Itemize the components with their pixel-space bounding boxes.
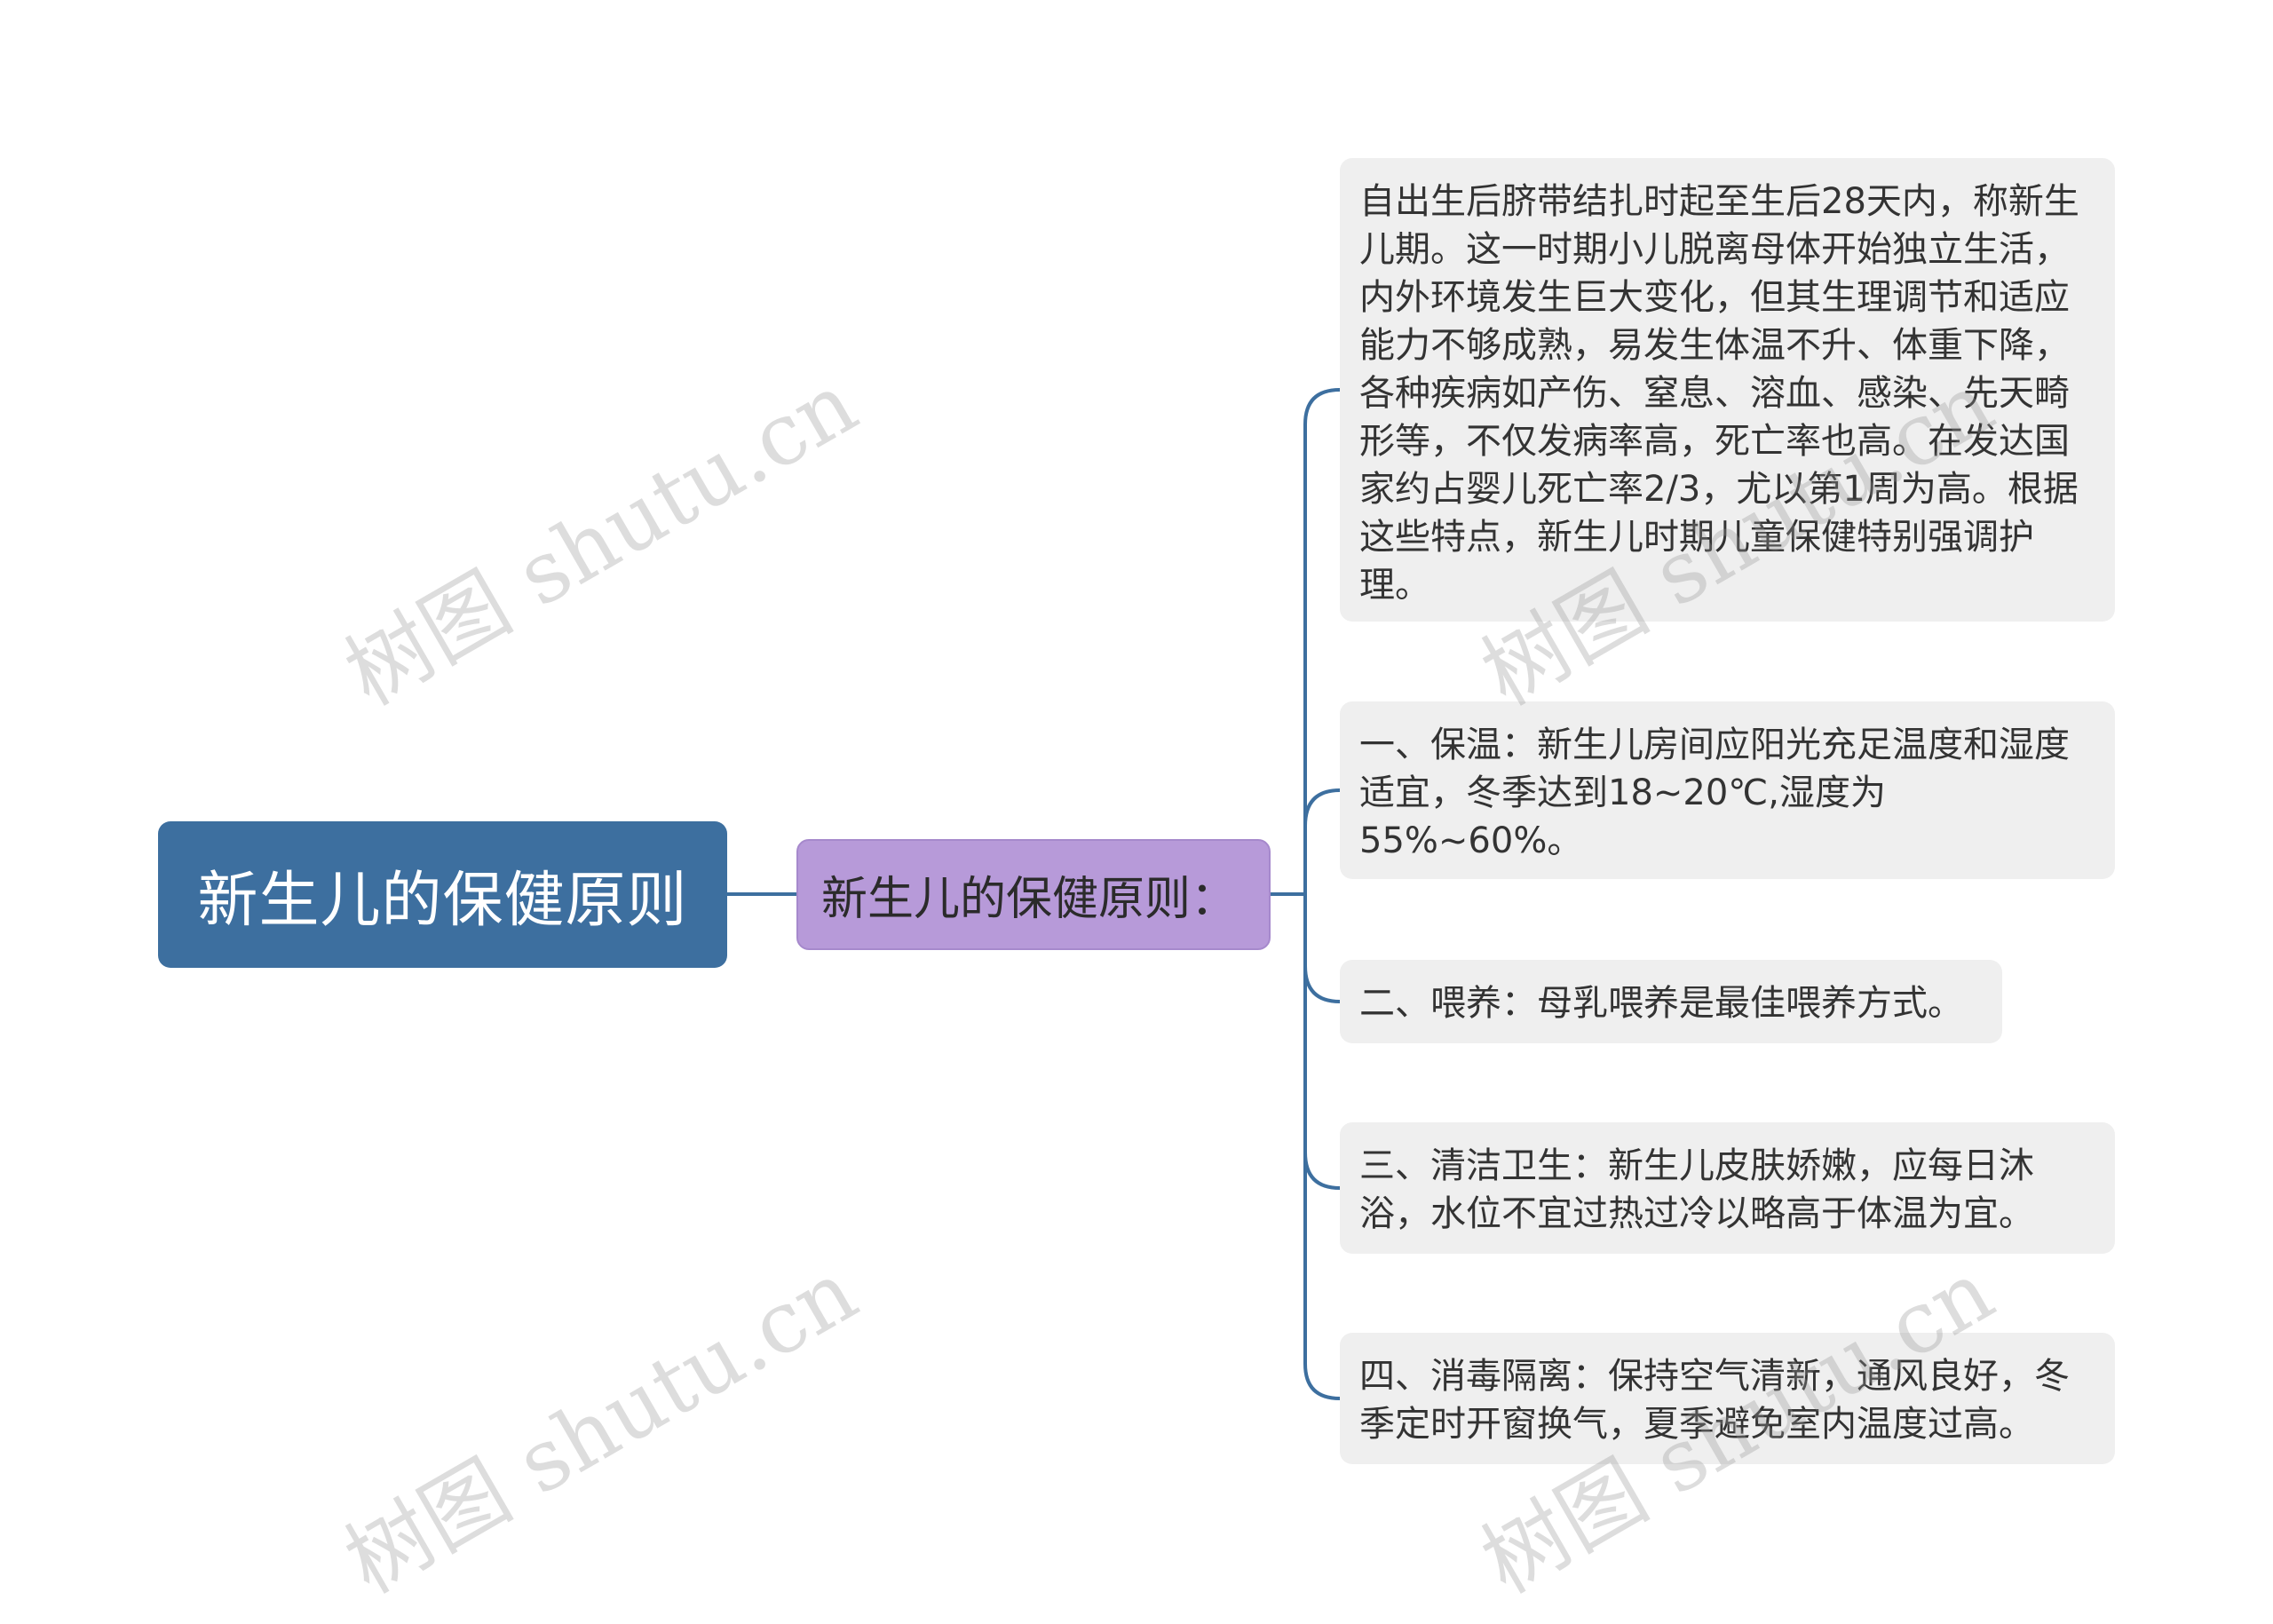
branch-topic-label: 新生儿的保健原则： [821, 873, 1238, 926]
connector-trunk [1303, 388, 1342, 1400]
leaf-topic-disinfection[interactable]: 四、消毒隔离：保持空气清新，通风良好，冬季定时开窗换气，夏季避免室内温度过高。 [1340, 1333, 2115, 1464]
leaf-topic-feeding[interactable]: 二、喂养：母乳喂养是最佳喂养方式。 [1340, 960, 2002, 1043]
root-topic-label: 新生儿的保健原则 [197, 866, 688, 936]
connector-leaf-1 [1303, 788, 1342, 828]
branch-topic[interactable]: 新生儿的保健原则： [796, 839, 1271, 950]
connector-leaf-2 [1303, 964, 1342, 1003]
leaf-topic-warmth[interactable]: 一、保温：新生儿房间应阳光充足温度和湿度适宜，冬季达到18~20℃,湿度为55%… [1340, 701, 2115, 879]
connector-leaf-3 [1303, 1151, 1342, 1190]
root-topic[interactable]: 新生儿的保健原则 [158, 821, 727, 968]
leaf-topic-definition[interactable]: 自出生后脐带结扎时起至生后28天内，称新生儿期。这一时期小儿脱离母体开始独立生活… [1340, 158, 2115, 622]
leaf-topic-hygiene[interactable]: 三、清洁卫生：新生儿皮肤娇嫩，应每日沐浴，水位不宜过热过冷以略高于体温为宜。 [1340, 1122, 2115, 1254]
mindmap-canvas: 新生儿的保健原则 新生儿的保健原则： 自出生后脐带结扎时起至生后28天内，称新生… [0, 0, 2273, 1624]
